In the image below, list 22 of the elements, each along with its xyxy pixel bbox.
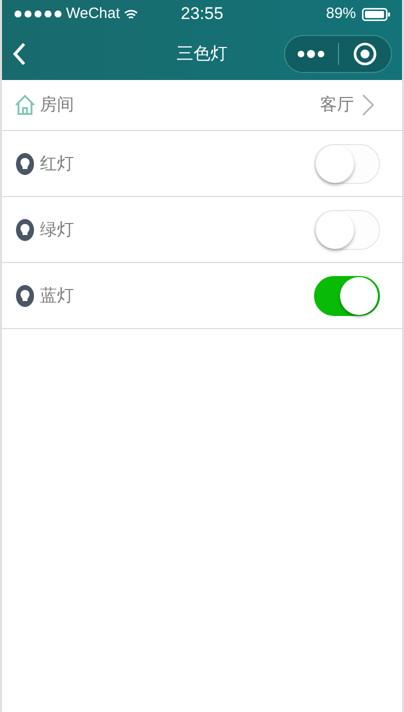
- target-icon: [352, 42, 377, 66]
- toggle-switch[interactable]: [314, 276, 380, 316]
- room-value: 客厅: [320, 94, 354, 116]
- light-name: 红灯: [40, 152, 74, 175]
- light-name: 绿灯: [40, 218, 74, 241]
- battery-icon: [362, 8, 390, 20]
- back-icon: [12, 42, 26, 66]
- bulb-icon: [16, 152, 34, 174]
- page-title: 三色灯: [176, 43, 228, 66]
- room-row[interactable]: 房间 客厅: [2, 80, 402, 131]
- light-name: 蓝灯: [40, 284, 74, 307]
- wifi-icon: [124, 8, 138, 20]
- home-icon: [14, 94, 36, 116]
- bulb-icon: [16, 218, 34, 240]
- room-label: 房间: [40, 94, 74, 116]
- battery-percent: 89%: [326, 4, 356, 24]
- signal-icon: [14, 10, 62, 18]
- status-time: 23:55: [180, 3, 224, 26]
- chevron-right-icon: [362, 94, 374, 116]
- carrier-name: WeChat: [66, 4, 120, 24]
- more-icon: [297, 50, 326, 58]
- bulb-icon: [16, 284, 34, 306]
